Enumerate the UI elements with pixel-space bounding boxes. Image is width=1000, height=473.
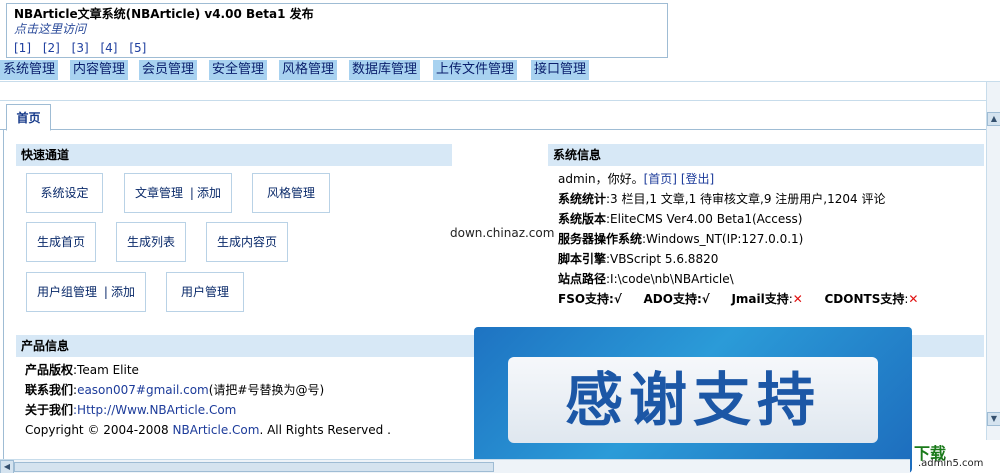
- greeting-text: admin，你好。: [558, 172, 644, 186]
- version-label: 系统版本: [558, 212, 607, 226]
- footer-suffix: . All Rights Reserved .: [259, 423, 391, 437]
- quick-access-header: 快速通道: [16, 144, 452, 166]
- support-line: FSO支持:√ ADO支持:√ Jmail支持:✕ CDONTS支持:✕: [558, 292, 919, 306]
- stats-label: 系统统计: [558, 192, 607, 206]
- version-line: 系统版本:EliteCMS Ver4.00 Beta1(Access): [558, 209, 802, 229]
- generate-home-button[interactable]: 生成首页: [26, 222, 96, 262]
- os-line: 服务器操作系统:Windows_NT(IP:127.0.0.1): [558, 229, 803, 249]
- style-manage-button[interactable]: 风格管理: [252, 173, 330, 213]
- tab-strip: [0, 104, 986, 130]
- user-group-manage-link[interactable]: 用户组管理: [37, 285, 97, 299]
- contact-line: 联系我们:eason007#gmail.com(请把#号替换为@号): [25, 383, 325, 397]
- stats-value: :3 栏目,1 文章,1 待审核文章,9 注册用户,1204 评论: [606, 192, 886, 206]
- horizontal-scrollbar[interactable]: ◀: [0, 459, 910, 473]
- banner-text: 感谢支持: [508, 357, 878, 443]
- copyright-label: 产品版权: [25, 363, 74, 377]
- news-visit-prefix: 点击: [14, 22, 39, 36]
- menu-uploads[interactable]: 上传文件管理: [433, 60, 518, 80]
- os-value: :Windows_NT(IP:127.0.0.1): [642, 232, 804, 246]
- jmail-cross-icon: ✕: [792, 292, 803, 306]
- divider: [0, 100, 1000, 101]
- promo-banner: 感谢支持: [474, 327, 912, 473]
- path-label: 站点路径: [558, 272, 607, 286]
- ado-check-icon: :√: [696, 292, 710, 306]
- about-label: 关于我们: [25, 403, 74, 417]
- generate-list-button[interactable]: 生成列表: [116, 222, 186, 262]
- path-line: 站点路径:I:\code\nb\NBArticle\: [558, 269, 734, 289]
- site-logo: 下载 .admin5.com: [914, 440, 1000, 473]
- menu-interface[interactable]: 接口管理: [531, 60, 590, 80]
- greeting-line: admin，你好。[首页] [登出]: [558, 169, 714, 189]
- divider: [0, 81, 1000, 82]
- article-add-link[interactable]: 添加: [197, 186, 221, 200]
- copyright-line: 产品版权:Team Elite: [25, 360, 139, 380]
- about-link[interactable]: :Http://Www.NBArticle.Com: [73, 403, 236, 417]
- article-manage-group: 文章管理 | 添加: [124, 173, 232, 213]
- ado-label: ADO支持: [643, 292, 697, 306]
- cdonts-cross-icon: ✕: [908, 292, 919, 306]
- contact-label: 联系我们: [25, 383, 74, 397]
- news-page-5[interactable]: [5]: [129, 41, 146, 55]
- news-page-3[interactable]: [3]: [72, 41, 89, 55]
- about-line: 关于我们:Http://Www.NBArticle.Com: [25, 400, 236, 420]
- news-box: NBArticle文章系统(NBArticle) v4.00 Beta1 发布 …: [6, 3, 668, 58]
- footer-prefix: Copyright © 2004-2008: [25, 423, 173, 437]
- logout-link[interactable]: [登出]: [681, 172, 714, 186]
- tab-home[interactable]: 首页: [6, 104, 51, 131]
- copyright-value: :Team Elite: [73, 363, 139, 377]
- system-settings-button[interactable]: 系统设定: [26, 173, 103, 213]
- news-page-2[interactable]: [2]: [43, 41, 60, 55]
- generate-content-button[interactable]: 生成内容页: [206, 222, 288, 262]
- article-manage-link[interactable]: 文章管理: [135, 186, 183, 200]
- news-title: NBArticle文章系统(NBArticle) v4.00 Beta1 发布: [14, 7, 314, 21]
- contact-note: (请把#号替换为@号): [208, 383, 325, 397]
- news-visit: 点击这里访问: [14, 22, 660, 37]
- home-link[interactable]: [首页]: [644, 172, 677, 186]
- user-group-manage-group: 用户组管理 | 添加: [26, 272, 146, 312]
- footer-copyright: Copyright © 2004-2008 NBArticle.Com. All…: [25, 420, 391, 440]
- scroll-down-arrow-icon[interactable]: ▼: [987, 412, 1000, 426]
- news-page-4[interactable]: [4]: [100, 41, 117, 55]
- user-group-add-link[interactable]: 添加: [111, 285, 135, 299]
- menu-database[interactable]: 数据库管理: [349, 60, 421, 80]
- engine-value: :VBScript 5.6.8820: [606, 252, 719, 266]
- menu-security[interactable]: 安全管理: [209, 60, 268, 80]
- cdonts-label: CDONTS支持: [824, 292, 905, 306]
- news-pagination: [1] [2] [3] [4] [5]: [14, 41, 660, 55]
- scroll-thumb[interactable]: [14, 462, 494, 472]
- separator: |: [189, 186, 194, 200]
- path-value: :I:\code\nb\NBArticle\: [606, 272, 734, 286]
- fso-label: FSO支持: [558, 292, 610, 306]
- version-value: :EliteCMS Ver4.00 Beta1(Access): [606, 212, 803, 226]
- engine-label: 脚本引擎: [558, 252, 607, 266]
- logo-bottom-text: .admin5.com: [918, 458, 984, 469]
- menu-style[interactable]: 风格管理: [279, 60, 338, 80]
- contact-email-link[interactable]: eason007#gmail.com: [77, 383, 209, 397]
- scroll-left-arrow-icon[interactable]: ◀: [0, 460, 14, 473]
- footer-brand-link[interactable]: NBArticle.Com: [173, 423, 260, 437]
- main-menu: 系统管理 内容管理 会员管理 安全管理 风格管理 数据库管理 上传文件管理 接口…: [0, 60, 1000, 81]
- menu-system[interactable]: 系统管理: [0, 60, 59, 80]
- engine-line: 脚本引擎:VBScript 5.6.8820: [558, 249, 718, 269]
- vertical-scrollbar[interactable]: ▲ ▼: [986, 82, 1000, 456]
- news-visit-link[interactable]: 这里访问: [38, 22, 86, 36]
- watermark-text: down.chinaz.com: [450, 226, 555, 240]
- jmail-label: Jmail支持: [731, 292, 789, 306]
- news-page-1[interactable]: [1]: [14, 41, 31, 55]
- user-manage-button[interactable]: 用户管理: [166, 272, 244, 312]
- menu-members[interactable]: 会员管理: [139, 60, 198, 80]
- system-info-header: 系统信息: [548, 144, 984, 166]
- separator: |: [103, 285, 108, 299]
- scroll-up-arrow-icon[interactable]: ▲: [987, 112, 1000, 126]
- menu-content[interactable]: 内容管理: [70, 60, 129, 80]
- stats-line: 系统统计:3 栏目,1 文章,1 待审核文章,9 注册用户,1204 评论: [558, 189, 885, 209]
- fso-check-icon: :√: [609, 292, 622, 306]
- os-label: 服务器操作系统: [558, 232, 643, 246]
